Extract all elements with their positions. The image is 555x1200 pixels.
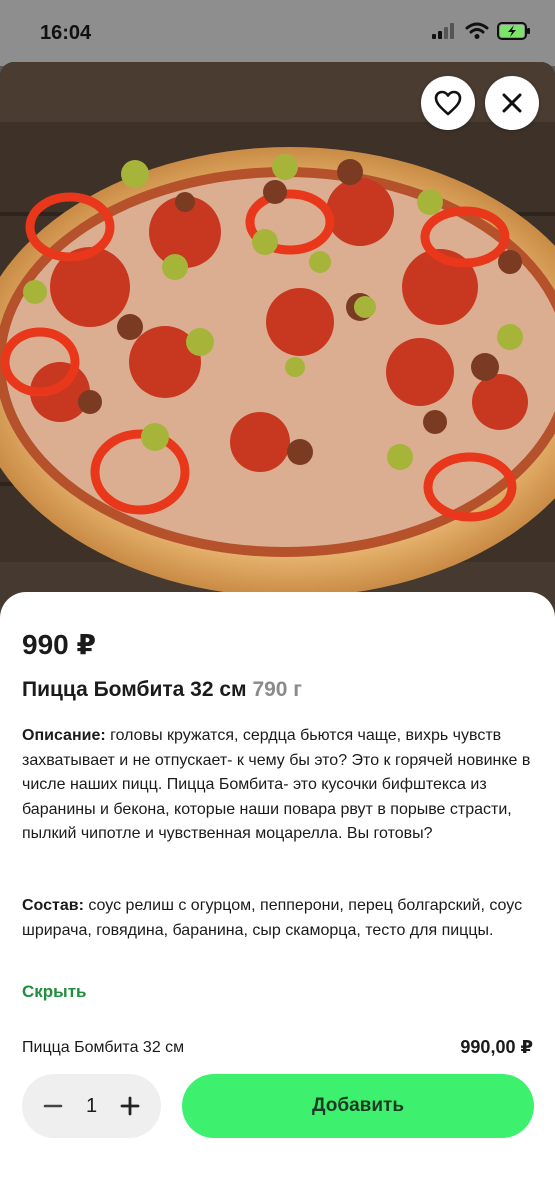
pizza-photo — [0, 62, 555, 622]
product-name: Пицца Бомбита 32 см — [22, 678, 247, 701]
quantity-value: 1 — [85, 1094, 98, 1117]
minus-icon — [43, 1104, 63, 1108]
description-label: Описание: — [22, 727, 106, 744]
composition-label: Состав: — [22, 897, 84, 914]
composition-text: соус релиш с огурцом, пепперони, перец б… — [22, 897, 523, 939]
heart-icon — [434, 90, 462, 116]
favorite-button[interactable] — [421, 76, 475, 130]
status-time: 16:04 — [40, 22, 92, 44]
product-description: Описание: головы кружатся, сердца бьются… — [22, 724, 537, 847]
wifi-icon — [465, 22, 489, 39]
description-text: головы кружатся, сердца бьются чаще, вих… — [22, 727, 531, 842]
status-bar: 16:04 — [0, 0, 555, 66]
increase-button[interactable] — [113, 1089, 147, 1123]
summary-name: Пицца Бомбита 32 см — [22, 1039, 185, 1056]
quantity-stepper: 1 — [22, 1074, 161, 1138]
product-details-panel: 990 ₽ Пицца Бомбита 32 см 790 г Описание… — [0, 592, 555, 1200]
product-image-area — [0, 62, 555, 622]
plus-icon — [120, 1096, 140, 1116]
add-to-cart-button[interactable]: Добавить — [182, 1074, 534, 1138]
close-icon — [502, 93, 522, 113]
product-weight: 790 г — [252, 678, 303, 701]
close-button[interactable] — [485, 76, 539, 130]
product-price: 990 ₽ — [22, 629, 96, 660]
product-composition: Состав: соус релиш с огурцом, пепперони,… — [22, 894, 537, 943]
status-icons — [431, 22, 531, 40]
product-title: Пицца Бомбита 32 см 790 г — [22, 678, 302, 702]
battery-charging-icon — [497, 22, 530, 40]
summary-total: 990,00 ₽ — [460, 1037, 533, 1057]
hide-description-link[interactable]: Скрыть — [22, 982, 86, 1002]
signal-icon — [432, 23, 454, 39]
decrease-button[interactable] — [36, 1089, 70, 1123]
